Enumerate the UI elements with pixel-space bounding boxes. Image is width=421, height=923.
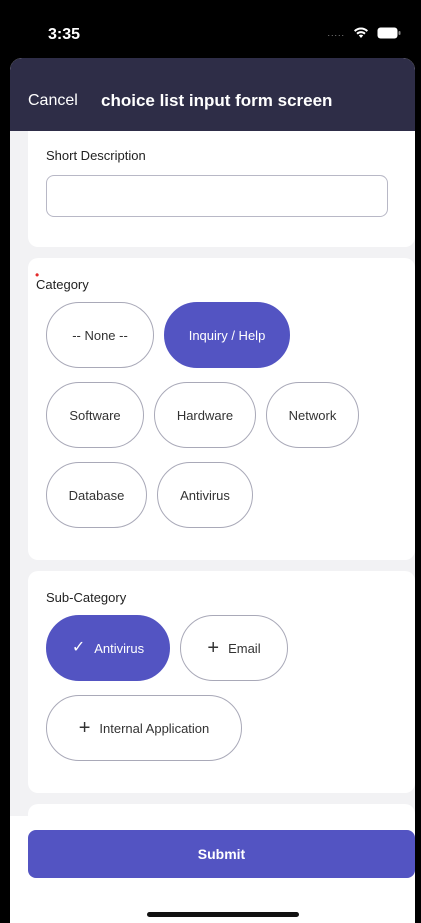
category-option-database[interactable]: Database <box>46 462 147 528</box>
status-icons: ..... <box>327 27 401 39</box>
chip-label: Hardware <box>176 407 234 423</box>
chip-label: Network <box>288 407 337 423</box>
category-option-hardware[interactable]: Hardware <box>154 382 256 448</box>
category-card: • Category -- None -- Inquiry / Help Sof… <box>28 258 415 560</box>
cancel-button[interactable]: Cancel <box>28 92 78 110</box>
chip-label: Email <box>228 640 261 656</box>
sub-category-option-internal-application[interactable]: + Internal Application <box>46 695 242 761</box>
category-option-network[interactable]: Network <box>266 382 359 448</box>
category-label: Category <box>36 277 89 292</box>
chip-label: Antivirus <box>94 640 145 656</box>
form-sheet: Cancel choice list input form screen Sho… <box>10 58 415 923</box>
wifi-icon <box>353 27 369 39</box>
category-option-antivirus[interactable]: Antivirus <box>157 462 253 528</box>
sub-category-option-antivirus[interactable]: ✓ Antivirus <box>46 615 170 681</box>
category-option-none[interactable]: -- None -- <box>46 302 154 368</box>
chip-label: Database <box>68 487 125 503</box>
short-description-card: Short Description <box>28 131 415 247</box>
page-title: choice list input form screen <box>101 91 333 110</box>
checkmark-icon: ✓ <box>71 639 86 656</box>
chip-label: Internal Application <box>99 720 210 736</box>
chip-label: Software <box>69 407 121 423</box>
sub-category-card: Sub-Category ✓ Antivirus + Email + Inter… <box>28 571 415 793</box>
battery-icon <box>377 27 401 39</box>
home-indicator <box>147 912 299 917</box>
signal-icon: ..... <box>327 28 345 38</box>
sub-category-option-email[interactable]: + Email <box>180 615 288 681</box>
short-description-label: Short Description <box>46 148 146 163</box>
sub-category-label: Sub-Category <box>46 590 127 605</box>
submit-button[interactable]: Submit <box>28 830 415 878</box>
plus-icon: + <box>78 717 91 739</box>
chip-label: Inquiry / Help <box>188 327 266 343</box>
category-option-software[interactable]: Software <box>46 382 144 448</box>
navigation-bar: Cancel choice list input form screen <box>10 58 415 131</box>
plus-icon: + <box>207 637 220 659</box>
status-time: 3:35 <box>48 26 81 43</box>
category-option-inquiry-help[interactable]: Inquiry / Help <box>164 302 290 368</box>
chip-label: -- None -- <box>72 327 128 343</box>
status-bar: 3:35 ..... <box>0 0 421 58</box>
chip-label: Antivirus <box>180 487 230 503</box>
short-description-input[interactable] <box>46 175 388 217</box>
